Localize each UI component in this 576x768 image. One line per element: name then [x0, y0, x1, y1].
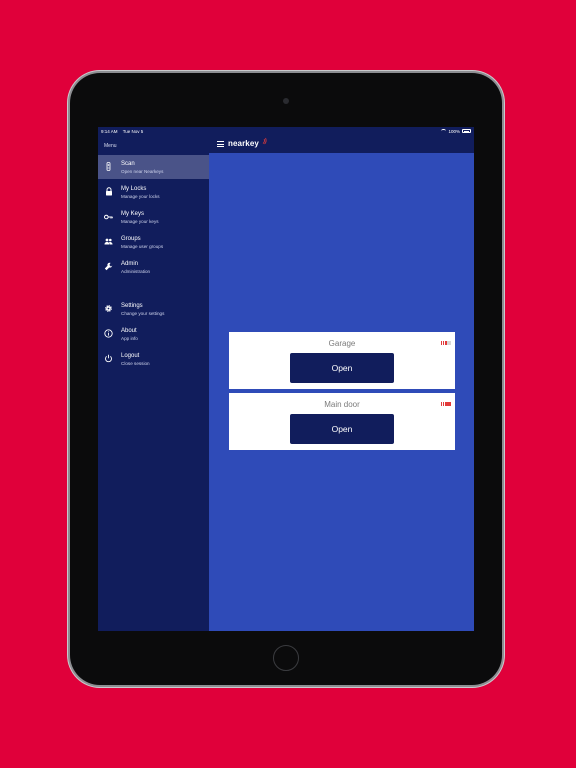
sidebar-item-label: My Keys: [121, 211, 145, 217]
battery-icon: [462, 129, 471, 133]
door-name: Main door: [324, 400, 360, 409]
status-time: 9:14 AM: [101, 128, 118, 134]
sidebar-item-logout[interactable]: Logout Close session: [98, 347, 209, 371]
signal-mark-icon: [262, 137, 267, 145]
signal-strength-indicator: [440, 402, 451, 406]
top-bar: nearkey: [209, 135, 474, 153]
brand-logo: nearkey: [228, 139, 259, 148]
gear-icon: [104, 304, 113, 313]
sidebar-menu: Menu Scan Open near Nearkeys My Locks Ma…: [98, 135, 209, 631]
sidebar-item-sub: Administration: [121, 269, 151, 274]
status-bar: 9:14 AM Tue Nov 5 100%: [98, 127, 474, 135]
app-screen: 9:14 AM Tue Nov 5 100% Menu Scan Open ne…: [98, 127, 474, 631]
sidebar-title: Menu: [104, 143, 117, 149]
sidebar-item-my-locks[interactable]: My Locks Manage your locks: [98, 180, 209, 204]
sidebar-item-sub: Open near Nearkeys: [121, 169, 164, 174]
lock-icon: [104, 187, 113, 196]
sidebar-item-sub: Close session: [121, 361, 150, 366]
open-door-button[interactable]: Open: [290, 414, 394, 444]
sidebar-item-sub: Manage user groups: [121, 244, 164, 249]
hamburger-menu-icon[interactable]: [217, 141, 224, 147]
sidebar-item-label: Admin: [121, 261, 139, 267]
sidebar-item-settings[interactable]: Settings Change your settings: [98, 297, 209, 321]
sidebar-item-label: Scan: [121, 161, 135, 167]
sidebar-item-sub: Manage your locks: [121, 194, 160, 199]
sidebar-item-label: Settings: [121, 303, 143, 309]
scan-icon: [104, 162, 113, 171]
battery-percent: 100%: [448, 128, 460, 134]
status-date: Tue Nov 5: [122, 128, 144, 134]
open-door-button[interactable]: Open: [290, 353, 394, 383]
sidebar-item-sub: Manage your keys: [121, 219, 159, 224]
sidebar-item-scan[interactable]: Scan Open near Nearkeys: [98, 155, 209, 179]
sidebar-item-groups[interactable]: Groups Manage user groups: [98, 230, 209, 254]
wifi-icon: [441, 129, 447, 133]
sidebar-item-label: Logout: [121, 353, 140, 359]
tablet-device: 9:14 AM Tue Nov 5 100% Menu Scan Open ne…: [70, 73, 502, 685]
info-icon: [104, 329, 113, 338]
sidebar-item-sub: Change your settings: [121, 311, 165, 316]
sidebar-item-label: About: [121, 328, 137, 334]
signal-strength-indicator: [440, 341, 451, 345]
key-icon: [104, 212, 113, 221]
sidebar-item-sub: App info: [121, 336, 138, 341]
door-card-main-door: Main door Open: [229, 393, 455, 450]
wrench-icon: [104, 262, 113, 271]
camera: [283, 98, 289, 104]
power-icon: [104, 354, 113, 363]
door-name: Garage: [328, 339, 356, 348]
sidebar-item-label: Groups: [121, 236, 141, 242]
sidebar-item-admin[interactable]: Admin Administration: [98, 255, 209, 279]
door-card-garage: Garage Open: [229, 332, 455, 389]
sidebar-item-about[interactable]: About App info: [98, 322, 209, 346]
group-icon: [104, 237, 113, 246]
sidebar-item-my-keys[interactable]: My Keys Manage your keys: [98, 205, 209, 229]
home-button[interactable]: [273, 645, 299, 671]
sidebar-item-label: My Locks: [121, 186, 147, 192]
